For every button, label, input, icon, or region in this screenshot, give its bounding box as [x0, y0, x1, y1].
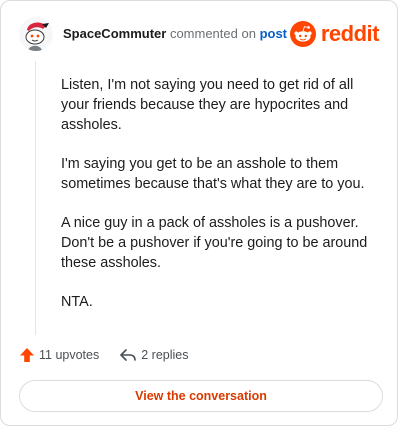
- reddit-logo[interactable]: reddit: [289, 20, 380, 48]
- comment-paragraph: Listen, I'm not saying you need to get r…: [61, 77, 354, 133]
- comment-meta: 11 upvotes 2 replies: [19, 345, 188, 365]
- comment-body: Listen, I'm not saying you need to get r…: [61, 75, 381, 331]
- replies-count: 2 replies: [141, 348, 189, 362]
- reddit-snoo-icon: [289, 21, 316, 47]
- upvotes[interactable]: 11 upvotes: [19, 347, 99, 363]
- avatar-snoo-icon: [19, 17, 53, 51]
- comment-header: SpaceCommuter commented on post reddit: [19, 17, 380, 51]
- post-link[interactable]: post: [260, 26, 287, 41]
- reddit-wordmark: reddit: [320, 21, 380, 46]
- byline: SpaceCommuter commented on post: [63, 26, 287, 42]
- thread-line: [35, 61, 36, 335]
- view-conversation-button[interactable]: View the conversation: [19, 380, 383, 412]
- upvotes-count: 11 upvotes: [39, 348, 100, 362]
- reply-arrow-icon: [120, 349, 137, 361]
- comment-paragraph: I'm saying you get to be an asshole to t…: [61, 156, 365, 192]
- comment-paragraph: A nice guy in a pack of assholes is a pu…: [61, 215, 368, 271]
- replies[interactable]: 2 replies: [119, 347, 188, 363]
- username-link[interactable]: SpaceCommuter: [63, 26, 166, 41]
- action-text: commented on: [169, 26, 256, 41]
- avatar[interactable]: [19, 17, 53, 51]
- comment-card: SpaceCommuter commented on post reddit L…: [0, 0, 398, 426]
- comment-paragraph: NTA.: [61, 294, 93, 310]
- upvote-arrow-icon: [20, 348, 34, 362]
